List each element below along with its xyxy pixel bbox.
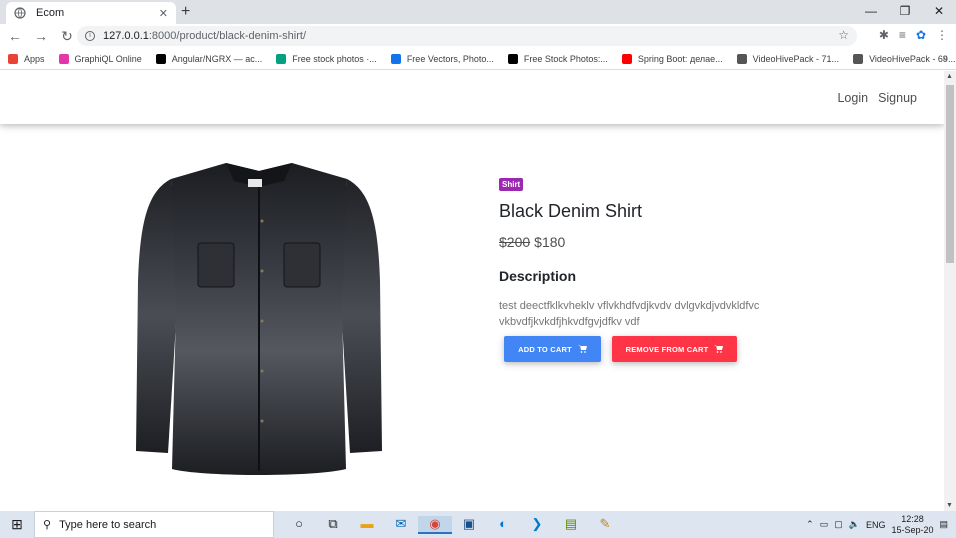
tab-title: Ecom [36, 7, 65, 19]
terminal-icon[interactable]: ▤ [554, 516, 588, 534]
url-host: 127.0.0.1 [103, 30, 149, 42]
close-window-button[interactable]: ✕ [922, 0, 956, 24]
language-indicator[interactable]: ENG [866, 520, 886, 530]
network-icon[interactable]: ▢ [834, 519, 843, 530]
bookmark-item[interactable]: Spring Boot: делае... [621, 53, 723, 64]
bookmark-favicon-icon [621, 53, 632, 64]
bookmark-item[interactable]: Apps [8, 53, 45, 64]
product-title: Black Denim Shirt [499, 201, 643, 221]
bookmarks-overflow-icon[interactable]: » [942, 53, 948, 64]
taskbar-search[interactable]: ⚲ Type here to search [34, 511, 274, 538]
url-path: :8000/product/black-denim-shirt/ [148, 30, 307, 42]
clock-date: 15-Sep-20 [891, 524, 934, 535]
tray-chevron-icon[interactable]: ⌃ [806, 519, 814, 530]
scroll-up-icon[interactable]: ▲ [946, 73, 953, 80]
mail-icon[interactable]: ✉ [384, 516, 418, 534]
extensions-icon[interactable]: ✱ [879, 28, 889, 42]
forward-button[interactable]: → [30, 28, 52, 44]
tab-strip: Ecom ✕ + — ❐ ✕ [0, 0, 956, 24]
globe-icon [14, 7, 26, 19]
scrollbar-thumb[interactable] [946, 85, 954, 263]
bookmark-item[interactable]: Angular/NGRX — ас... [155, 53, 263, 64]
bookmarks-bar: Apps GraphiQL Online Angular/NGRX — ас... F… [0, 48, 956, 70]
bookmark-label: Apps [24, 53, 45, 64]
chrome-icon[interactable]: ◉ [418, 515, 452, 534]
maximize-button[interactable]: ❐ [888, 0, 922, 24]
edge-icon[interactable]: ◐ [486, 516, 520, 534]
bookmark-favicon-icon [155, 53, 166, 64]
info-icon[interactable]: i [85, 31, 95, 41]
volume-icon[interactable]: 🔈 [849, 519, 860, 530]
windows-taskbar: ⊞ ⚲ Type here to search ○ ⧉ ▬ ✉ ◉ ▣ ◐ ❯ … [0, 511, 956, 538]
add-to-cart-label: ADD TO CART [518, 344, 572, 354]
bookmark-favicon-icon [276, 53, 287, 64]
system-tray: ⌃ ▭ ▢ 🔈 ENG 12:28 15-Sep-20 ▤ [806, 511, 956, 538]
scroll-down-icon[interactable]: ▼ [946, 502, 953, 509]
taskbar-search-placeholder: Type here to search [59, 518, 157, 531]
profile-avatar[interactable]: ✿ [916, 28, 926, 42]
bookmark-label: Angular/NGRX — ас... [171, 53, 263, 64]
browser-tab[interactable]: Ecom ✕ [6, 2, 176, 24]
cart-icon [714, 345, 724, 353]
minimize-button[interactable]: — [854, 0, 888, 24]
bookmark-favicon-icon [853, 53, 864, 64]
bookmark-favicon-icon [507, 53, 518, 64]
battery-icon[interactable]: ▭ [820, 519, 829, 530]
site-navbar: Login Signup [0, 71, 944, 124]
windows-start-icon[interactable]: ⊞ [0, 516, 34, 533]
bookmark-favicon-icon [58, 53, 69, 64]
close-tab-icon[interactable]: ✕ [159, 7, 168, 20]
remove-from-cart-button[interactable]: REMOVE FROM CART [612, 336, 737, 362]
bookmark-item[interactable]: GraphiQL Online [58, 53, 142, 64]
bookmark-label: Free stock photos ·... [292, 53, 377, 64]
file-explorer-icon[interactable]: ▬ [350, 516, 384, 534]
url-text: 127.0.0.1:8000/product/black-denim-shirt… [103, 30, 306, 42]
add-to-cart-button[interactable]: ADD TO CART [504, 336, 601, 362]
current-price: $180 [534, 234, 566, 250]
page-content: Login Signup Shirt Black Denim Shirt $20… [0, 71, 944, 511]
old-price: $200 [499, 234, 531, 250]
category-badge[interactable]: Shirt [499, 178, 524, 191]
bookmark-label: Free Stock Photos:... [523, 53, 608, 64]
bookmark-favicon-icon [736, 53, 747, 64]
app-icon[interactable]: ▣ [452, 516, 486, 534]
back-button[interactable]: ← [4, 28, 26, 44]
vscode-icon[interactable]: ❯ [520, 516, 554, 534]
browser-toolbar: ← → ↻ i 127.0.0.1:8000/product/black-den… [0, 24, 956, 48]
product-details: Shirt Black Denim Shirt $200 $180 Descrip… [499, 176, 799, 330]
bookmark-label: Spring Boot: делае... [637, 53, 723, 64]
bookmark-label: GraphiQL Online [74, 53, 142, 64]
bookmark-item[interactable]: VideoHivePack - 69... [853, 53, 955, 64]
task-view-icon[interactable]: ⧉ [316, 516, 350, 534]
bookmark-item[interactable]: VideoHivePack - 71... [736, 53, 840, 64]
bookmark-item[interactable]: Free stock photos ·... [276, 53, 377, 64]
menu-icon[interactable]: ⋮ [936, 28, 948, 42]
address-bar[interactable]: i 127.0.0.1:8000/product/black-denim-shi… [77, 26, 857, 46]
reload-button[interactable]: ↻ [56, 28, 78, 45]
bookmark-item[interactable]: Free Stock Photos:... [507, 53, 608, 64]
clock-time: 12:28 [901, 513, 924, 524]
reading-list-icon[interactable]: ≡ [899, 28, 906, 42]
price: $200 $180 [499, 234, 799, 250]
bookmark-label: VideoHivePack - 71... [752, 53, 840, 64]
cart-icon [577, 345, 587, 353]
bookmark-label: Free Vectors, Photo... [406, 53, 494, 64]
bookmark-item[interactable]: Free Vectors, Photo... [390, 53, 494, 64]
new-tab-button[interactable]: + [181, 3, 190, 21]
signup-link[interactable]: Signup [878, 91, 917, 105]
bookmark-star-icon[interactable]: ☆ [838, 28, 849, 42]
notifications-icon[interactable]: ▤ [939, 519, 948, 530]
search-icon: ⚲ [43, 519, 52, 531]
clock[interactable]: 12:28 15-Sep-20 [891, 514, 933, 536]
description-heading: Description [499, 268, 577, 284]
remove-from-cart-label: REMOVE FROM CART [625, 344, 709, 354]
apps-grid-icon [8, 53, 18, 64]
product-image [136, 163, 382, 475]
page-scrollbar[interactable]: ▲ ▼ [944, 71, 956, 511]
cortana-icon[interactable]: ○ [282, 516, 316, 534]
description-text: test deectfklkvheklv vflvkhdfvdjkvdv dvl… [499, 300, 760, 328]
login-link[interactable]: Login [837, 91, 868, 105]
bookmark-favicon-icon [390, 53, 401, 64]
paint-icon[interactable]: ✎ [588, 516, 622, 534]
